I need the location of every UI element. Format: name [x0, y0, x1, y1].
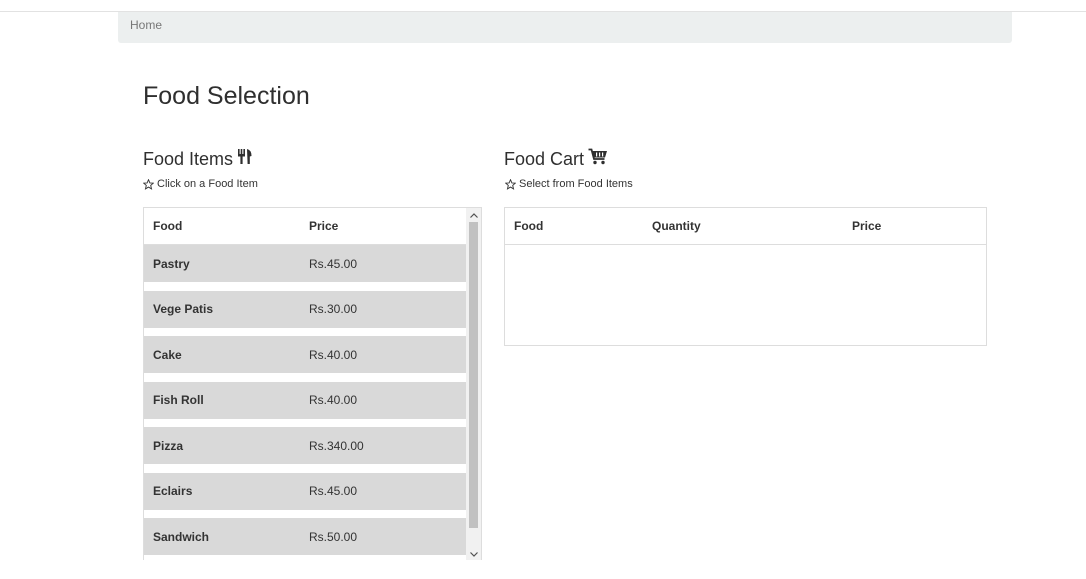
food-items-heading: Food Items: [143, 148, 253, 170]
food-cart-panel: Food Quantity Price: [504, 207, 987, 346]
cart-column-header-food: Food: [514, 219, 544, 233]
food-item-row[interactable]: Vege Patis Rs.30.00: [144, 290, 468, 328]
column-header-price: Price: [309, 219, 339, 233]
utensils-icon: [237, 148, 253, 170]
food-cart-heading: Food Cart: [504, 148, 608, 170]
food-items-panel[interactable]: Food Price Pastry Rs.45.00 Vege Patis Rs.30…: [143, 207, 482, 560]
cart-column-header-quantity: Quantity: [652, 219, 701, 233]
page-title: Food Selection: [143, 82, 310, 110]
column-header-food: Food: [153, 219, 183, 233]
food-items-hint-text: Click on a Food Item: [157, 178, 258, 190]
star-outline-icon: [505, 178, 516, 190]
food-items-rows: Pastry Rs.45.00 Vege Patis Rs.30.00 Cake Rs.4…: [144, 245, 468, 555]
food-items-table: Food Price Pastry Rs.45.00 Vege Patis Rs.30…: [144, 208, 468, 560]
food-item-name: Fish Roll: [153, 393, 204, 407]
breadcrumb-home-link[interactable]: Home: [130, 18, 162, 32]
shopping-cart-icon: [588, 148, 608, 170]
food-item-row[interactable]: Pastry Rs.45.00: [144, 245, 468, 282]
food-cart-title: Food Cart: [504, 148, 585, 169]
food-cart-hint-text: Select from Food Items: [519, 178, 633, 190]
food-item-price: Rs.45.00: [309, 484, 358, 498]
food-cart-hint: Select from Food Items: [505, 178, 633, 190]
food-items-title: Food Items: [143, 148, 234, 169]
food-item-row[interactable]: Pizza Rs.340.00: [144, 427, 468, 464]
food-item-row[interactable]: Cake Rs.40.00: [144, 336, 468, 373]
food-item-price: Rs.340.00: [309, 438, 364, 453]
food-items-hint: Click on a Food Item: [143, 178, 258, 190]
food-cart-header-row: Food Quantity Price: [505, 208, 986, 245]
food-item-price: Rs.30.00: [309, 302, 358, 316]
food-item-name: Pizza: [153, 438, 184, 453]
scrollbar-thumb[interactable]: [469, 222, 478, 528]
food-item-price: Rs.40.00: [309, 393, 358, 407]
food-item-name: Pastry: [153, 256, 190, 271]
food-items-scrollbar[interactable]: [466, 208, 481, 560]
food-items-header-row: Food Price: [144, 208, 468, 245]
scroll-down-arrow-icon[interactable]: [466, 547, 481, 560]
food-item-name: Cake: [153, 347, 182, 362]
cart-column-header-price: Price: [852, 219, 882, 233]
food-item-name: Eclairs: [153, 484, 193, 498]
food-item-name: Vege Patis: [153, 302, 214, 316]
food-item-row[interactable]: Sandwich Rs.50.00: [144, 518, 468, 555]
food-item-row[interactable]: Fish Roll Rs.40.00: [144, 381, 468, 419]
food-item-price: Rs.40.00: [309, 347, 358, 362]
food-item-price: Rs.50.00: [309, 529, 358, 544]
food-item-row[interactable]: Eclairs Rs.45.00: [144, 472, 468, 510]
breadcrumb: Home: [118, 12, 1012, 43]
food-item-price: Rs.45.00: [309, 256, 358, 271]
star-outline-icon: [143, 178, 154, 190]
food-item-name: Sandwich: [153, 529, 210, 544]
scroll-up-arrow-icon[interactable]: [466, 208, 481, 222]
